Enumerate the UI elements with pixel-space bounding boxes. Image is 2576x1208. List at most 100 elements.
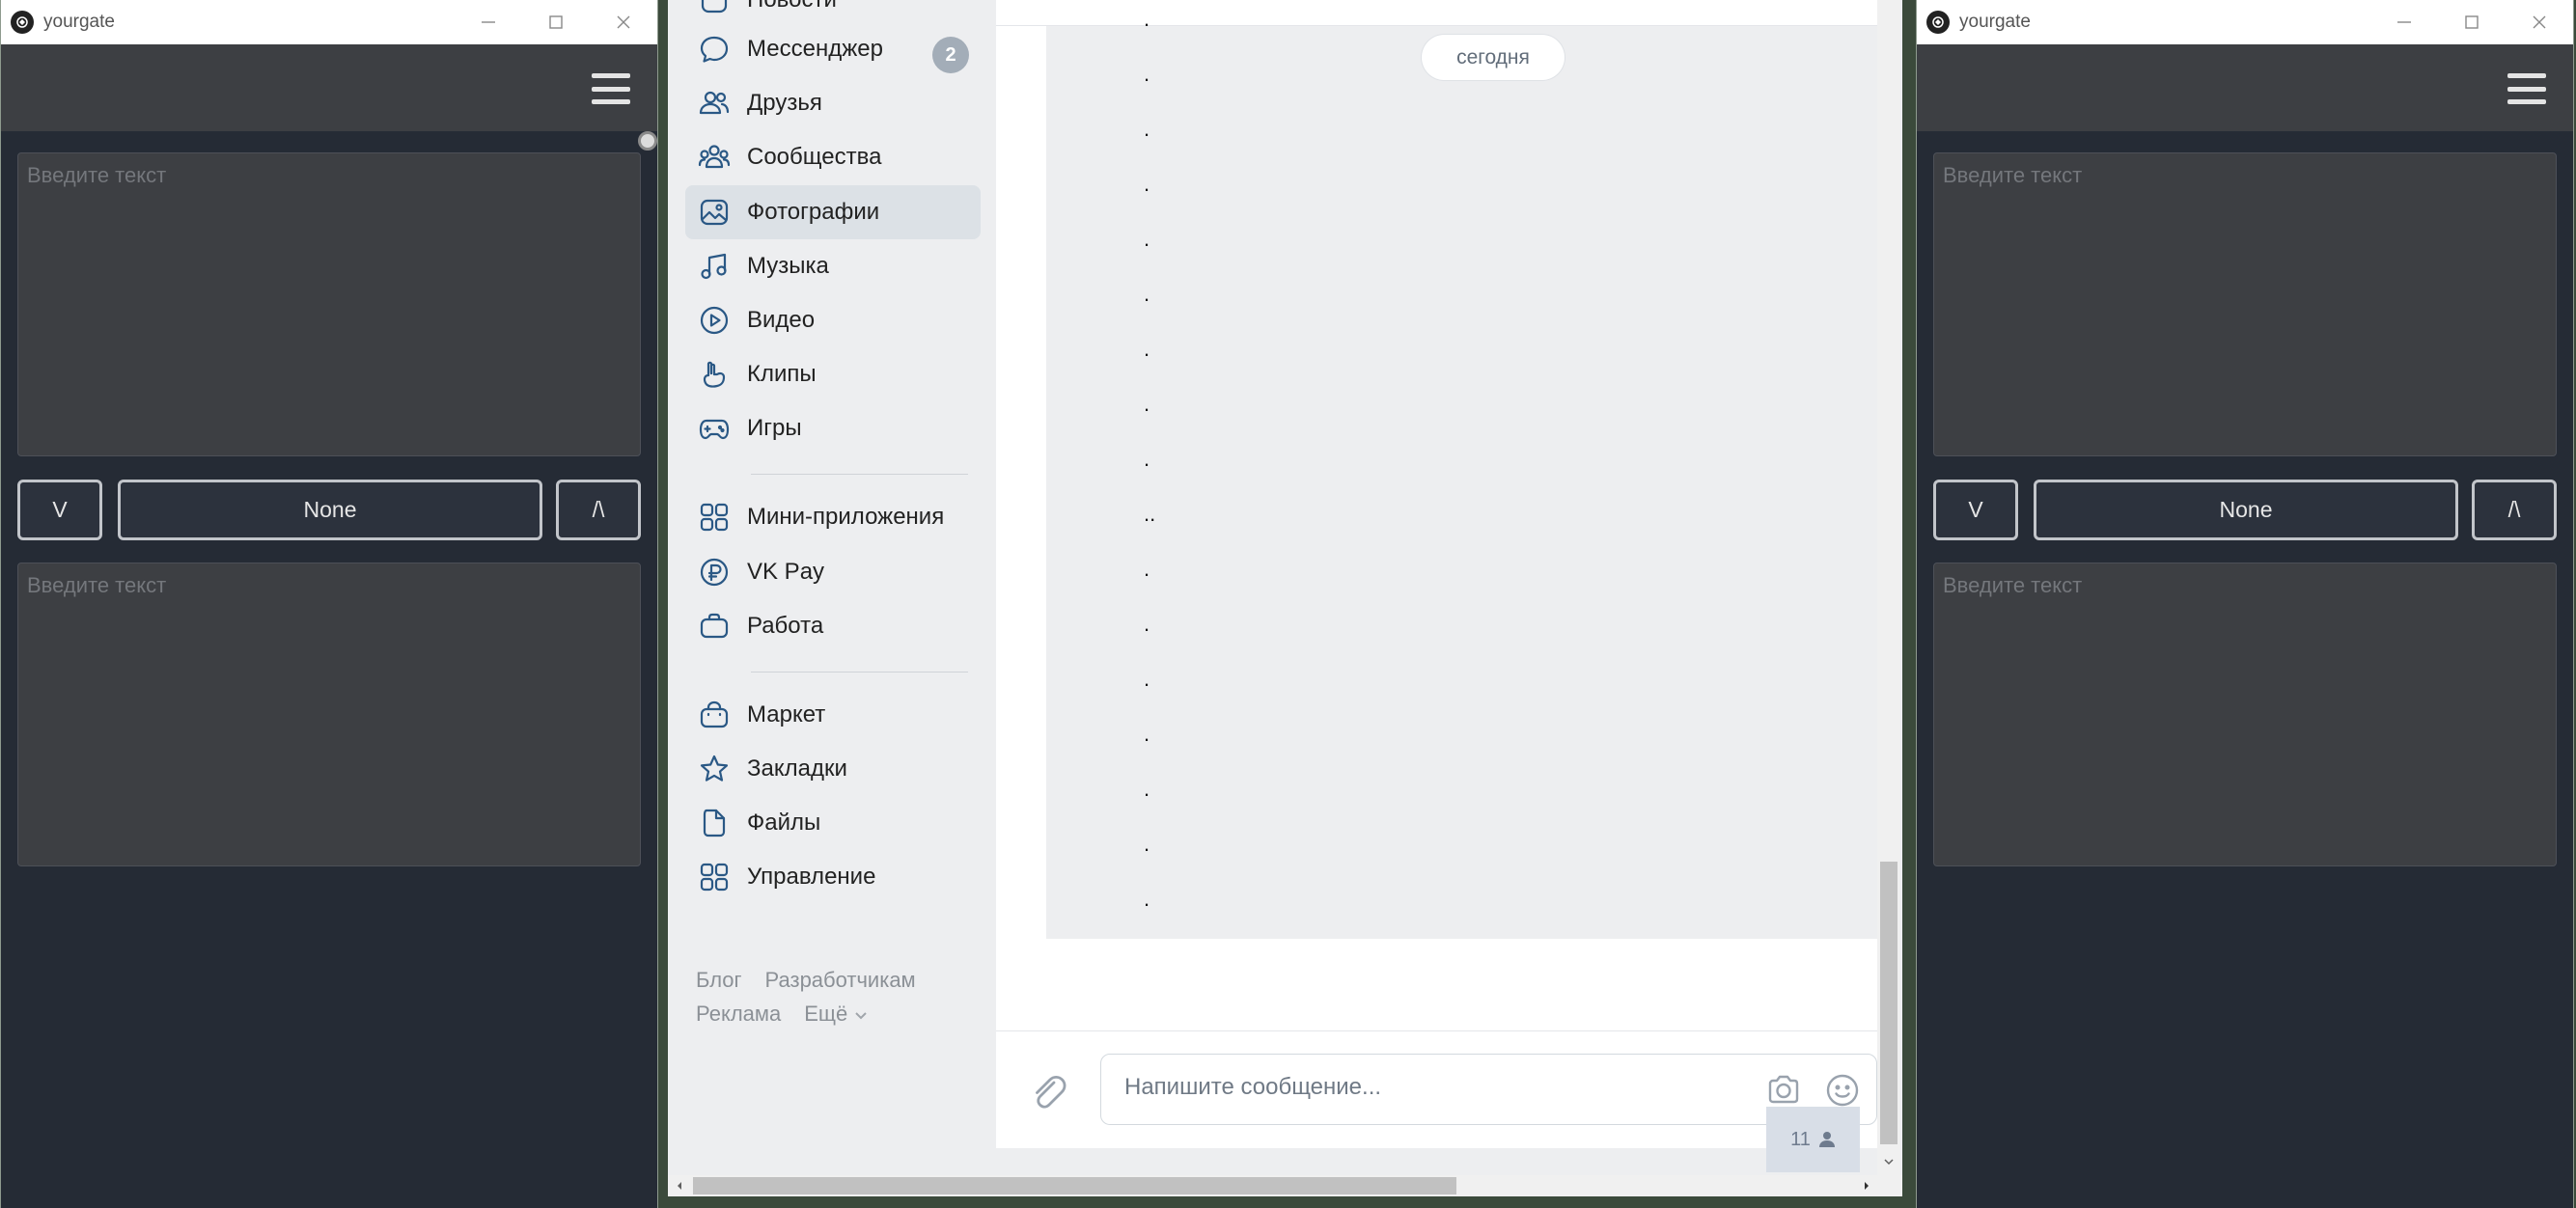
close-button[interactable] [590, 0, 657, 44]
message-history[interactable]: сегодня .................. [1046, 7, 1877, 939]
music-icon [697, 249, 732, 284]
message-text: . [1144, 887, 1150, 911]
news-icon [697, 0, 732, 17]
sidebar-item-video[interactable]: Видео [685, 293, 981, 347]
vertical-scrollbar-thumb[interactable] [1880, 862, 1897, 1144]
message-text: . [1144, 7, 1150, 31]
sidebar-item-jobs[interactable]: Работа [685, 599, 981, 653]
message-text: .. [1144, 502, 1156, 526]
left-window-titlebar[interactable]: yourgate [1, 0, 657, 44]
message-text: . [1144, 667, 1150, 691]
up-button[interactable]: /\ [2472, 480, 2557, 540]
sidebar-item-communities[interactable]: Сообщества [685, 130, 981, 184]
hamburger-menu-icon[interactable] [2507, 73, 2546, 104]
center-button[interactable]: None [118, 480, 542, 540]
date-separator: сегодня [1422, 35, 1565, 80]
window-title: yourgate [1959, 12, 2031, 32]
bottom-text-area[interactable]: Введите текст [17, 563, 641, 866]
unread-count-badge: 2 [932, 37, 969, 73]
maximize-button[interactable] [2438, 0, 2506, 44]
emoji-smile-icon[interactable] [1823, 1071, 1862, 1110]
photos-icon [697, 195, 732, 230]
sidebar-item-friends[interactable]: Друзья [685, 76, 981, 130]
scroll-right-arrow-icon [1865, 1182, 1869, 1190]
top-text-area[interactable]: Введите текст [1933, 152, 2557, 456]
file-icon [697, 806, 732, 840]
camera-icon[interactable] [1764, 1071, 1803, 1110]
sidebar-item-photos[interactable]: Фотографии [685, 185, 981, 239]
message-text: . [1144, 227, 1150, 251]
message-text: . [1144, 117, 1150, 141]
right-yourgate-window: yourgate Введите текст V None /\ Введите… [1916, 0, 2574, 1208]
app-logo-icon [1926, 11, 1950, 34]
briefcase-icon [697, 609, 732, 644]
window-resize-handle[interactable] [638, 131, 657, 151]
sidebar-item-files[interactable]: Файлы [685, 796, 981, 850]
center-button[interactable]: None [2034, 480, 2458, 540]
sidebar-item-clips[interactable]: Клипы [685, 347, 981, 401]
market-bag-icon [697, 698, 732, 732]
message-text: . [1144, 722, 1150, 746]
attach-paperclip-icon[interactable] [1025, 1069, 1071, 1115]
sidebar-item-manage[interactable]: Управление [685, 850, 981, 904]
user-icon [1818, 1132, 1835, 1147]
vertical-scrollbar[interactable] [1877, 0, 1900, 1175]
manage-grid-icon [697, 860, 732, 894]
message-input-placeholder: Напишите сообщение... [1124, 1074, 1382, 1100]
app-header [1917, 44, 2573, 131]
mini-apps-icon [697, 500, 732, 535]
footer-link-ads[interactable]: Реклама [696, 1002, 781, 1027]
minimize-button[interactable] [455, 0, 522, 44]
bottom-text-area[interactable]: Введите текст [1933, 563, 2557, 866]
sidebar-divider [751, 474, 968, 475]
down-button[interactable]: V [1933, 480, 2018, 540]
minimize-button[interactable] [2370, 0, 2438, 44]
message-text: . [1144, 62, 1150, 86]
sidebar-item-market[interactable]: Маркет [685, 688, 981, 742]
app-header [1, 44, 657, 131]
gamepad-icon [697, 411, 732, 446]
online-count: 11 [1790, 1128, 1811, 1150]
composer-divider [996, 1030, 1877, 1031]
maximize-button[interactable] [522, 0, 590, 44]
footer-link-blog[interactable]: Блог [696, 968, 742, 993]
sidebar-item-messenger[interactable]: Мессенджер 2 [685, 22, 981, 76]
footer-link-more[interactable]: Ещё [804, 1002, 869, 1027]
message-text: . [1144, 282, 1150, 306]
sidebar-item-vk-pay[interactable]: VK Pay [685, 545, 981, 599]
sidebar-item-bookmarks[interactable]: Закладки [685, 742, 981, 796]
app-logo-icon [11, 11, 34, 34]
left-navigation: Новости Мессенджер 2 Друзья Сообщества Ф… [668, 0, 994, 1175]
clips-icon [697, 357, 732, 392]
horizontal-scrollbar[interactable] [668, 1175, 1902, 1196]
message-text: . [1144, 447, 1150, 471]
down-button[interactable]: V [17, 480, 102, 540]
message-text: . [1144, 777, 1150, 801]
hamburger-menu-icon[interactable] [592, 73, 630, 104]
top-text-area[interactable]: Введите текст [17, 152, 641, 456]
online-users-badge[interactable]: 11 [1766, 1107, 1860, 1172]
message-bubble-icon [697, 32, 732, 67]
chevron-down-icon [855, 1012, 868, 1020]
sidebar-item-games[interactable]: Игры [685, 401, 981, 455]
sidebar-divider [751, 672, 968, 673]
vk-pay-icon [697, 555, 732, 590]
communities-icon [697, 140, 732, 175]
right-window-titlebar[interactable]: yourgate [1917, 0, 2573, 44]
up-button[interactable]: /\ [556, 480, 641, 540]
star-icon [697, 752, 732, 786]
message-text: . [1144, 337, 1150, 361]
message-input[interactable]: Напишите сообщение... [1100, 1054, 1877, 1125]
chat-header-strip [996, 0, 1877, 26]
sidebar-item-music[interactable]: Музыка [685, 239, 981, 293]
window-title: yourgate [43, 12, 115, 32]
footer-more-label: Ещё [804, 1002, 848, 1026]
message-text: . [1144, 172, 1150, 196]
horizontal-scrollbar-thumb[interactable] [693, 1177, 1456, 1194]
footer-link-developers[interactable]: Разработчикам [765, 968, 916, 993]
close-button[interactable] [2506, 0, 2573, 44]
chat-panel: сегодня .................. Напишите сооб… [996, 0, 1877, 1148]
message-text: . [1144, 392, 1150, 416]
sidebar-item-mini-apps[interactable]: Мини-приложения [685, 490, 981, 544]
friends-icon [697, 86, 732, 121]
